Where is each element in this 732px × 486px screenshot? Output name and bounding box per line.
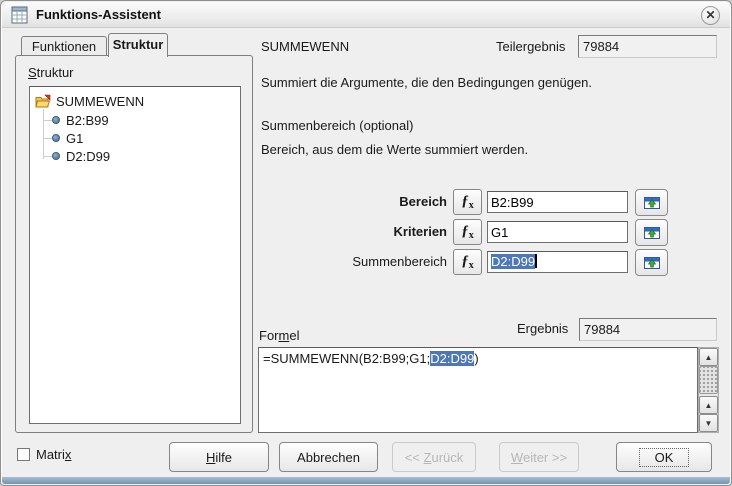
tree-children: B2:B99 G1 D2:D99 [30, 109, 240, 165]
tree-root-label: SUMMEWENN [56, 93, 145, 109]
tree-bullet-icon [52, 116, 60, 124]
function-wizard-dialog: Funktions-Assistent ✕ Funktionen Struktu… [0, 0, 732, 486]
tree-connector [43, 137, 52, 139]
shrink-button-1[interactable] [635, 189, 668, 216]
ok-button[interactable]: OK [616, 442, 712, 472]
formula-textarea[interactable]: =SUMMEWENN(B2:B99;G1;D2:D99) [258, 347, 698, 433]
shrink-window-icon [643, 196, 660, 209]
arg-input-bereich[interactable] [487, 191, 628, 213]
argument-title: Summenbereich (optional) [261, 118, 414, 133]
structure-tabpanel: Struktur SUMMEWENN B2:B99 G1 D2:D99 [15, 55, 253, 433]
close-icon[interactable]: ✕ [701, 6, 720, 25]
function-fx-button-1[interactable]: ƒx [453, 189, 482, 215]
help-button[interactable]: Hilfe [169, 442, 269, 472]
shrink-button-2[interactable] [635, 219, 668, 246]
shrink-window-icon [643, 226, 660, 239]
partial-result-field: 79884 [578, 35, 717, 58]
selected-text: D2:D99 [430, 351, 475, 366]
window-title: Funktions-Assistent [36, 7, 161, 22]
tree-item-arg3[interactable]: D2:D99 [30, 147, 240, 165]
shrink-window-icon [643, 256, 660, 269]
tree-item-label: D2:D99 [66, 148, 111, 164]
function-fx-button-2[interactable]: ƒx [453, 219, 482, 245]
cancel-button[interactable]: Abbrechen [279, 442, 378, 472]
function-name: SUMMEWENN [261, 39, 350, 54]
partial-result-label: Teilergebnis [496, 39, 566, 54]
arg-label-kriterien: Kriterien [393, 224, 447, 239]
scrollbar-thumb[interactable] [699, 366, 718, 394]
formula-label: Formel [259, 328, 300, 343]
tree-root-summewenn[interactable]: SUMMEWENN [30, 91, 240, 111]
matrix-label: Matrix [36, 447, 72, 462]
function-description: Summiert die Argumente, die den Bedingun… [261, 75, 593, 90]
fx-icon: ƒ [461, 223, 469, 239]
tab-struktur[interactable]: Struktur [108, 33, 168, 57]
fx-icon: ƒ [461, 253, 469, 269]
back-button: << Zurück [392, 442, 476, 472]
tab-funktionen[interactable]: Funktionen [21, 36, 107, 56]
arg-label-summenbereich: Summenbereich [352, 254, 447, 269]
spreadsheet-app-icon [11, 6, 28, 24]
arg-label-bereich: Bereich [399, 194, 447, 209]
fx-icon: ƒ [461, 193, 469, 209]
function-fx-button-3[interactable]: ƒx [453, 249, 482, 275]
tree-connector [43, 119, 52, 121]
scroll-up-icon[interactable]: ▲ [699, 396, 718, 414]
tree-item-label: G1 [66, 130, 84, 146]
tree-bullet-icon [52, 152, 60, 160]
window-bottom-edge [2, 477, 730, 484]
scroll-up-icon[interactable]: ▲ [699, 348, 718, 366]
formula-scrollbar[interactable]: ▲ ▲ ▼ [698, 347, 719, 433]
tree-item-arg1[interactable]: B2:B99 [30, 111, 240, 129]
result-label: Ergebnis [517, 321, 569, 336]
result-field: 79884 [579, 318, 717, 341]
next-button: Weiter >> [499, 442, 579, 472]
arg-input-kriterien[interactable] [487, 221, 628, 243]
text-caret [535, 254, 538, 268]
argument-description: Bereich, aus dem die Werte summiert werd… [261, 142, 529, 157]
arg-input-summenbereich[interactable]: D2:D99 [487, 251, 628, 273]
open-folder-icon [35, 94, 51, 107]
structure-label: Struktur [28, 65, 74, 80]
scroll-down-icon[interactable]: ▼ [699, 414, 718, 432]
tree-bullet-icon [52, 134, 60, 142]
selected-text: D2:D99 [491, 254, 536, 269]
structure-tree[interactable]: SUMMEWENN B2:B99 G1 D2:D99 [29, 86, 241, 424]
tree-connector [43, 155, 52, 157]
tree-item-arg2[interactable]: G1 [30, 129, 240, 147]
shrink-button-3[interactable] [635, 249, 668, 276]
matrix-checkbox[interactable] [17, 448, 30, 461]
tree-item-label: B2:B99 [66, 112, 109, 128]
titlebar[interactable]: Funktions-Assistent ✕ [2, 2, 730, 28]
